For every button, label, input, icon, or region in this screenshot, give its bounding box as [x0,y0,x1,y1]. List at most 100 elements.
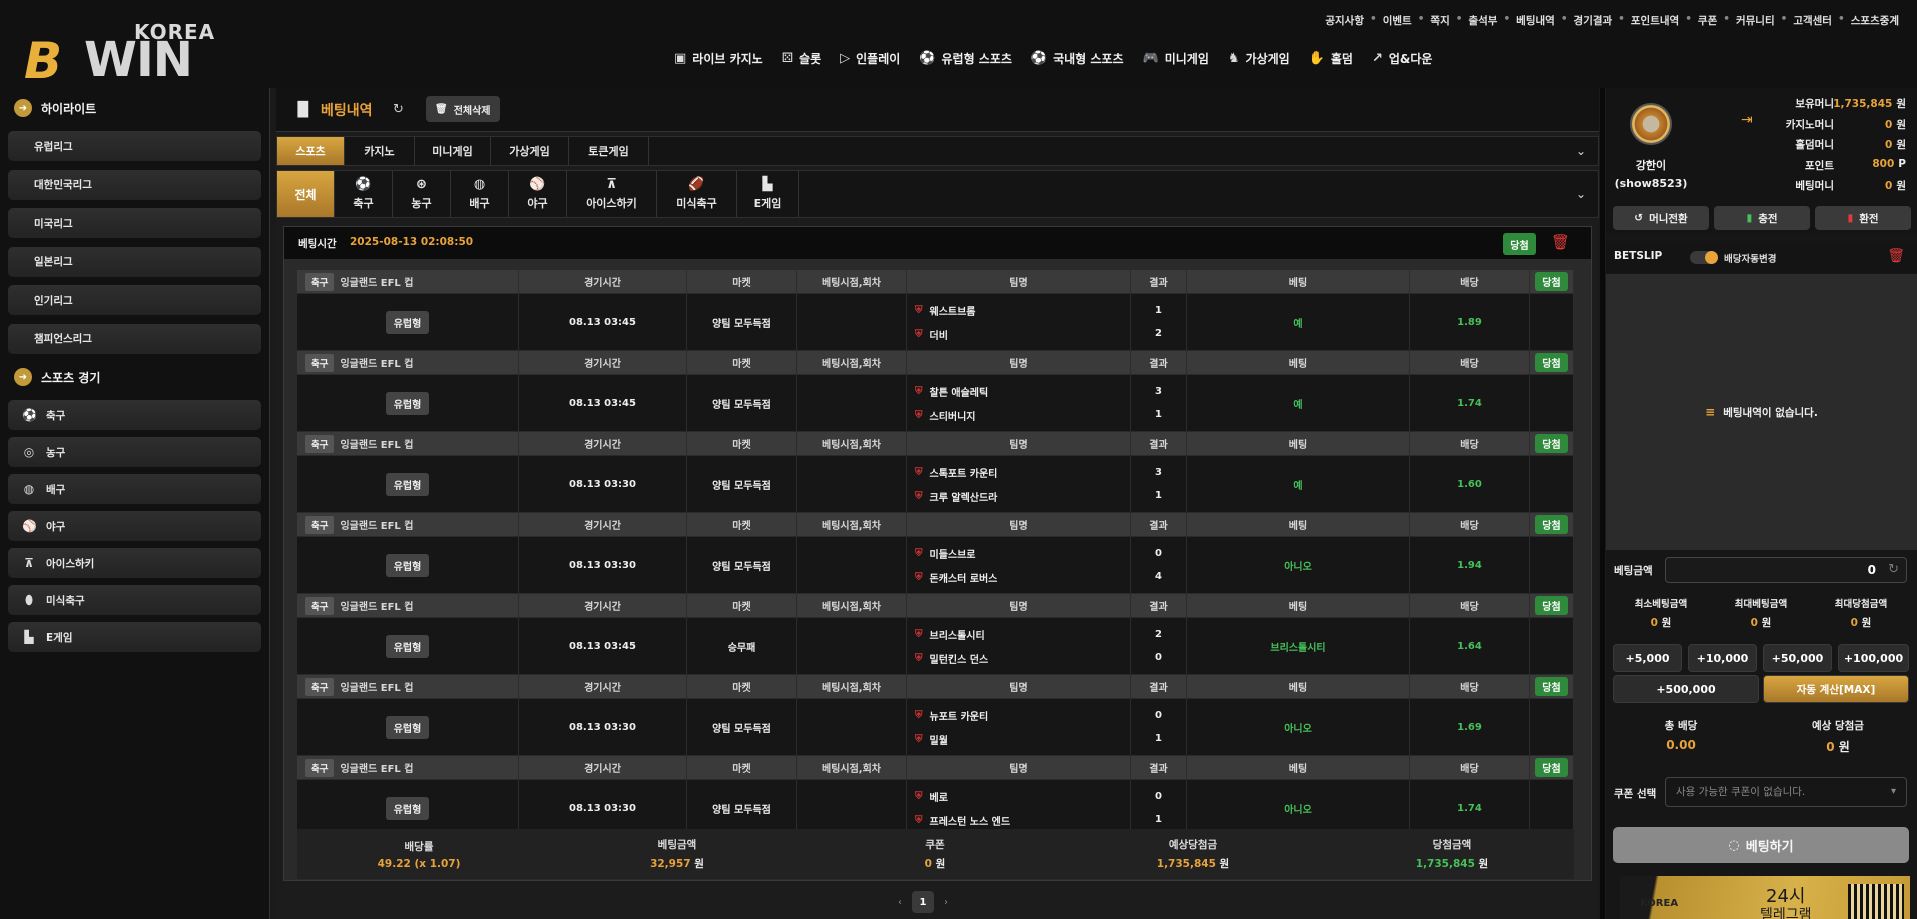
pagination: ‹ 1 › [898,891,948,913]
reset-amount-icon[interactable]: ↻ [1888,562,1899,577]
exchange-button[interactable]: ▮ 환전 [1815,206,1911,230]
nav-item[interactable]: ↗ 업&다운 [1372,50,1433,67]
nav-item[interactable]: ✋ 홀덤 [1309,50,1353,67]
quick-amount-button[interactable]: +50,000 [1763,644,1832,672]
next-page-button[interactable]: › [944,897,948,908]
nav-item[interactable]: 🎮 미니게임 [1143,50,1209,67]
sport-tab-icon: ▙ [762,177,773,192]
place-bet-button[interactable]: ◌ 베팅하기 [1613,827,1909,863]
top-link[interactable]: 고객센터 [1793,13,1832,28]
sport-tab[interactable]: 🏈 미식축구 [657,171,737,217]
sport-tab-icon: ⊼ [606,177,617,192]
avatar[interactable] [1630,103,1672,145]
max-win-value: 0 [1850,617,1858,629]
chevron-down-icon[interactable]: ⌄ [1576,187,1586,201]
betslip-header: BETSLIP 배당자동변경 🗑 [1606,241,1917,273]
page-1-button[interactable]: 1 [912,891,934,913]
sport-tab[interactable]: 전체 [277,171,335,217]
sidebar-league-item[interactable]: 유럽리그 [8,131,261,161]
auto-max-button[interactable]: 자동 계산[MAX] [1763,675,1909,703]
gamepad-icon: 🎮 [1142,51,1159,66]
sidebar-sport-item[interactable]: ⚾ 야구 [8,511,261,541]
quick-amount-button[interactable]: +5,000 [1613,644,1682,672]
category-tab[interactable]: 미니게임 [415,137,491,165]
sport-tab[interactable]: ◍ 배구 [451,171,509,217]
top-link[interactable]: 베팅내역 [1516,13,1555,28]
top-link[interactable]: 이벤트 [1383,13,1412,28]
logout-icon[interactable]: ⇥ [1741,112,1753,128]
category-tab[interactable]: 토큰게임 [569,137,649,165]
league-name: 잉글랜드 EFL 컵 [340,440,414,451]
top-link[interactable]: 쿠폰 [1698,13,1717,28]
balance-label: 보유머니 [1795,98,1834,110]
sport-tab[interactable]: ⚽ 축구 [335,171,393,217]
top-link[interactable]: 출석부 [1468,13,1497,28]
sidebar-sport-item[interactable]: ⊼ 아이스하키 [8,548,261,578]
sport-tab[interactable]: ▙ E게임 [737,171,799,217]
summary-expected-value: 1,735,845 [1156,858,1216,870]
category-tab[interactable]: 스포츠 [277,137,345,165]
sidebar-league-item[interactable]: 챔피언스리그 [8,323,261,354]
category-tab[interactable]: 가상게임 [491,137,569,165]
summary-win: 당첨금액 1,735,845 원 [1330,829,1574,879]
refresh-icon[interactable]: ↻ [393,102,404,117]
category-tab[interactable]: 카지노 [345,137,415,165]
quick-amount-button[interactable]: +500,000 [1613,675,1759,703]
prev-page-button[interactable]: ‹ [898,897,902,908]
sidebar-league-item[interactable]: 일본리그 [8,246,261,277]
nav-item[interactable]: ⚽ 유럽형 스포츠 [919,50,1012,67]
header-point: 베팅시점,회차 [797,270,907,293]
sidebar-sport-item[interactable]: ▙ E게임 [8,622,261,652]
charge-button[interactable]: ▮ 충전 [1714,206,1810,230]
delete-all-button[interactable]: 🗑 전체삭제 [426,96,500,122]
sport-tab[interactable]: ⚾ 야구 [509,171,567,217]
sidebar-sport-item[interactable]: ⬮ 미식축구 [8,585,261,615]
sidebar-sport-item[interactable]: ◍ 배구 [8,474,261,504]
sport-tab[interactable]: ⊛ 농구 [393,171,451,217]
quick-amount-button[interactable]: +10,000 [1688,644,1757,672]
score-cell: 12 [1131,294,1187,350]
nav-item[interactable]: ⚽ 국내형 스포츠 [1031,50,1124,67]
empty-list-icon: ≡ [1705,405,1716,419]
site-logo[interactable]: B KOREA WIN [24,18,224,90]
delete-bet-icon[interactable]: 🗑 [1551,233,1570,251]
clear-slip-icon[interactable]: 🗑 [1887,248,1905,264]
nav-item[interactable]: ⚄ 슬롯 [782,50,821,67]
banner-korea: KOREA [1640,898,1679,909]
header-bet: 베팅 [1187,675,1410,698]
odds: 1.60 [1410,456,1530,512]
separator: • [1837,13,1845,25]
sidebar-sport-label: 미식축구 [46,594,85,607]
nav-item[interactable]: ▷ 인플레이 [840,50,900,67]
bet-amount-input[interactable]: 0 [1665,557,1907,583]
sidebar-sport-item[interactable]: ⚽ 축구 [8,400,261,430]
telegram-banner[interactable]: KOREA 24시 텔레그램 [1620,876,1910,919]
sidebar-league-item[interactable]: 인기리그 [8,285,261,315]
expected-win-value: 0 [1826,740,1835,754]
team-name: 밀월 [929,735,948,747]
sidebar-league-item[interactable]: 대한민국리그 [8,169,261,200]
top-link[interactable]: 경기결과 [1574,13,1613,28]
money-convert-button[interactable]: ↺ 머니전환 [1613,206,1709,230]
chevron-down-icon[interactable]: ⌄ [1576,144,1586,158]
quick-amount-button[interactable]: +100,000 [1838,644,1909,672]
top-link[interactable]: 쪽지 [1430,13,1449,28]
top-link[interactable]: 스포츠중계 [1851,13,1899,28]
team-crest-icon: ⛨ [915,709,923,721]
top-link[interactable]: 포인트내역 [1631,13,1679,28]
sidebar-league-item[interactable]: 미국리그 [8,208,261,238]
type-cell: 유럽형 [297,456,519,512]
top-link[interactable]: 커뮤니티 [1736,13,1775,28]
sport-tab[interactable]: ⊼ 아이스하키 [567,171,657,217]
sidebar-sport-item[interactable]: ◎ 농구 [8,437,261,467]
bet-group: 축구 잉글랜드 EFL 컵 경기시간 마켓 베팅시점,회차 팀명 결과 베팅 배당 당첨 유럽형 08… [297,594,1574,675]
coupon-select[interactable]: 사용 가능한 쿠폰이 없습니다. ▾ [1665,777,1907,807]
nav-item[interactable]: ▣ 라이브 카지노 [674,50,763,67]
match-time: 08.13 03:45 [519,618,687,674]
top-link[interactable]: 공지사항 [1325,13,1364,28]
auto-odds-toggle[interactable] [1690,251,1718,264]
team: ⛨ 밀월 [915,732,948,747]
sidebar-highlight-title: ➜ 하이라이트 [14,99,96,117]
nav-item[interactable]: ♞ 가상게임 [1228,50,1290,67]
table-row: 유럽형 08.13 03:45 양팀 모두득점 ⛨ 웨스트브롬 ⛨ 더비 1 2 예 1.89 [297,294,1574,351]
